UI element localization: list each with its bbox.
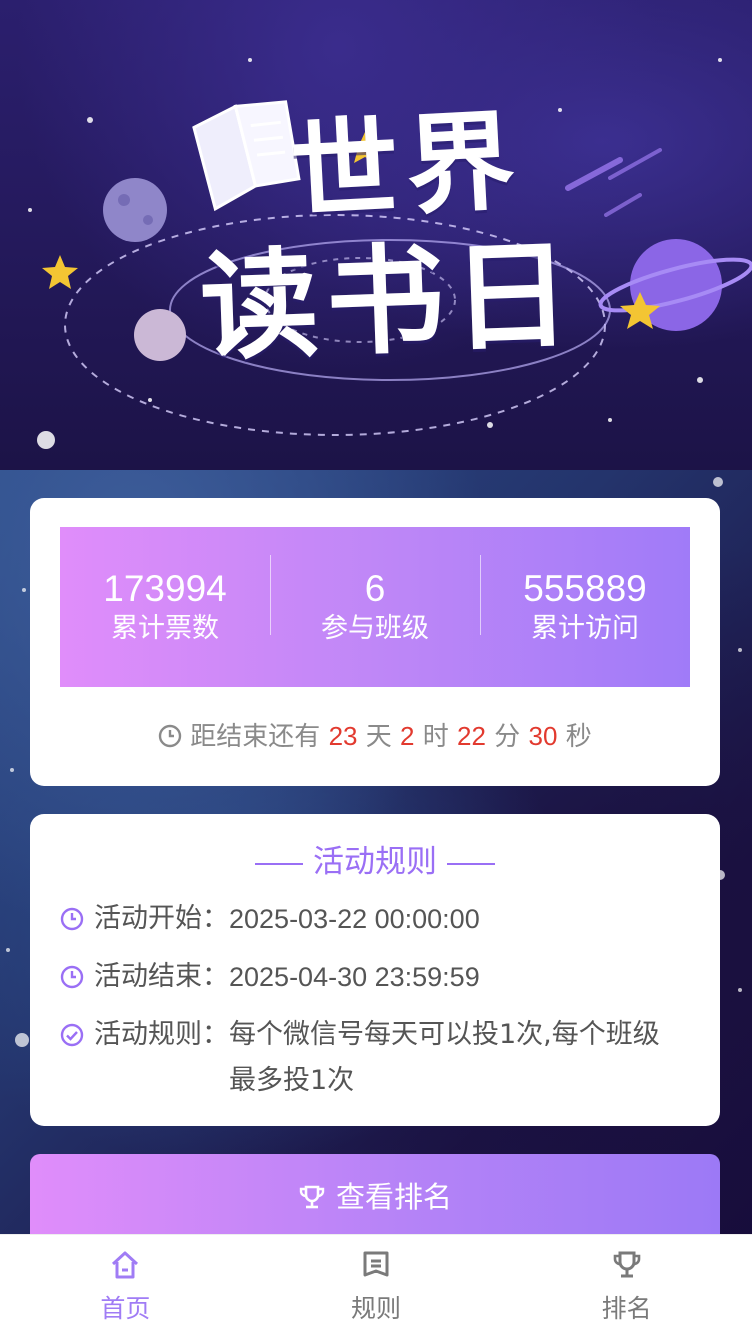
stat-label: 累计访问 bbox=[531, 613, 639, 644]
check-circle-icon bbox=[60, 1023, 84, 1047]
clock-icon bbox=[60, 965, 84, 989]
tab-rules[interactable]: 规则 bbox=[251, 1235, 502, 1336]
rule-voting: 活动规则： 每个微信号每天可以投1次,每个班级最多投1次 bbox=[60, 1012, 679, 1104]
banner: 世界 读书日 bbox=[0, 0, 752, 470]
rules-card: 活动规则 活动开始： 2025-03-22 00:00:00 活动结束： 202… bbox=[30, 814, 720, 1126]
stat-value: 555889 bbox=[523, 568, 647, 609]
tab-ranking[interactable]: 排名 bbox=[501, 1235, 752, 1336]
tab-home[interactable]: 首页 bbox=[0, 1235, 251, 1336]
rule-end: 活动结束： 2025-04-30 23:59:59 bbox=[60, 954, 480, 1000]
stat-visits: 555889 累计访问 bbox=[480, 555, 690, 647]
stat-value: 173994 bbox=[103, 568, 227, 609]
countdown-minutes: 22 bbox=[457, 721, 486, 751]
trophy-icon bbox=[299, 1185, 325, 1209]
countdown: 距结束还有 23 天 2 时 22 分 30 秒 bbox=[30, 716, 720, 757]
rule-label: 活动开始： bbox=[94, 903, 229, 934]
rule-label: 活动规则： bbox=[94, 1019, 229, 1050]
title-divider-left bbox=[255, 862, 303, 865]
view-ranking-label: 查看排名 bbox=[335, 1180, 452, 1214]
stat-label: 参与班级 bbox=[321, 613, 429, 644]
clock-icon bbox=[159, 724, 182, 748]
countdown-hours: 2 bbox=[400, 721, 415, 751]
rule-value: 2025-04-30 23:59:59 bbox=[229, 962, 480, 992]
countdown-prefix: 距结束还有 bbox=[190, 722, 321, 752]
tab-label: 规则 bbox=[351, 1294, 402, 1323]
clock-icon bbox=[60, 907, 84, 931]
home-icon bbox=[112, 1251, 139, 1279]
rule-value: 每个微信号每天可以投1次,每个班级最多投1次 bbox=[229, 1019, 660, 1096]
countdown-seconds-unit: 秒 bbox=[565, 722, 592, 752]
rules-title-text: 活动规则 bbox=[313, 844, 437, 880]
rule-label: 活动结束： bbox=[94, 961, 229, 992]
banner-title-line2: 读书日 bbox=[198, 225, 581, 377]
rule-value: 2025-03-22 00:00:00 bbox=[229, 904, 480, 934]
stats-card: 173994 累计票数 6 参与班级 555889 累计访问 距结束还有 23 … bbox=[30, 498, 720, 786]
countdown-hours-unit: 时 bbox=[422, 722, 449, 752]
trophy-icon bbox=[613, 1251, 640, 1278]
stat-total-votes: 173994 累计票数 bbox=[60, 567, 270, 647]
countdown-minutes-unit: 分 bbox=[494, 722, 521, 752]
stat-classes: 6 参与班级 bbox=[270, 555, 480, 647]
rule-start: 活动开始： 2025-03-22 00:00:00 bbox=[60, 896, 480, 942]
tab-bar: 首页 规则 排名 bbox=[0, 1234, 752, 1336]
title-divider-right bbox=[447, 862, 495, 865]
bookmark-icon bbox=[363, 1251, 389, 1277]
view-ranking-button[interactable]: 查看排名 bbox=[30, 1154, 720, 1244]
tab-label: 排名 bbox=[601, 1294, 652, 1323]
countdown-days-unit: 天 bbox=[365, 722, 392, 752]
stats-bar: 173994 累计票数 6 参与班级 555889 累计访问 bbox=[60, 527, 690, 687]
stat-value: 6 bbox=[364, 568, 386, 609]
stat-label: 累计票数 bbox=[111, 613, 219, 644]
tab-label: 首页 bbox=[100, 1294, 151, 1323]
rules-title: 活动规则 bbox=[30, 842, 720, 882]
countdown-days: 23 bbox=[328, 721, 358, 751]
countdown-seconds: 30 bbox=[528, 721, 558, 751]
